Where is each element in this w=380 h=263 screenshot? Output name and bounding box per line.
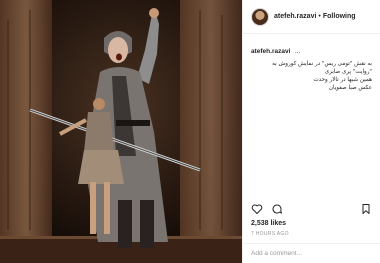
comment-input[interactable]: Add a comment... [243, 243, 380, 263]
action-bar [251, 203, 372, 215]
caption-line: به نقش "تومی ریس" در نمایش کوروش به [272, 61, 372, 67]
caption-username[interactable]: atefeh.razavi [251, 48, 290, 55]
heart-icon[interactable] [251, 203, 263, 215]
caption: atefeh.razavi ... به نقش "تومی ریس" در ن… [243, 34, 380, 92]
caption-line: عکس صبا صفویان [328, 85, 372, 91]
theater-stage-photo [0, 0, 242, 263]
likes-count[interactable]: 2,538 likes [251, 220, 286, 227]
post-photo[interactable] [0, 0, 242, 263]
instagram-post: atefeh.razavi • Following atefeh.razavi … [0, 0, 380, 263]
post-sidebar: atefeh.razavi • Following atefeh.razavi … [242, 0, 380, 263]
following-button[interactable]: Following [323, 13, 356, 20]
avatar[interactable] [251, 7, 269, 26]
caption-text: به نقش "تومی ریس" در نمایش کوروش به "روا… [251, 60, 372, 92]
post-header: atefeh.razavi • Following [243, 0, 380, 34]
comment-icon[interactable] [271, 203, 283, 215]
bookmark-icon[interactable] [360, 203, 372, 215]
caption-line: "روایت" پری صابری [324, 69, 372, 75]
header-username[interactable]: atefeh.razavi [274, 13, 316, 20]
separator-dot: • [318, 13, 321, 20]
post-time: 7 HOURS AGO [251, 231, 289, 237]
caption-more[interactable]: ... [295, 48, 300, 55]
caption-line: همین شبها در تالار وحدت [313, 77, 372, 83]
